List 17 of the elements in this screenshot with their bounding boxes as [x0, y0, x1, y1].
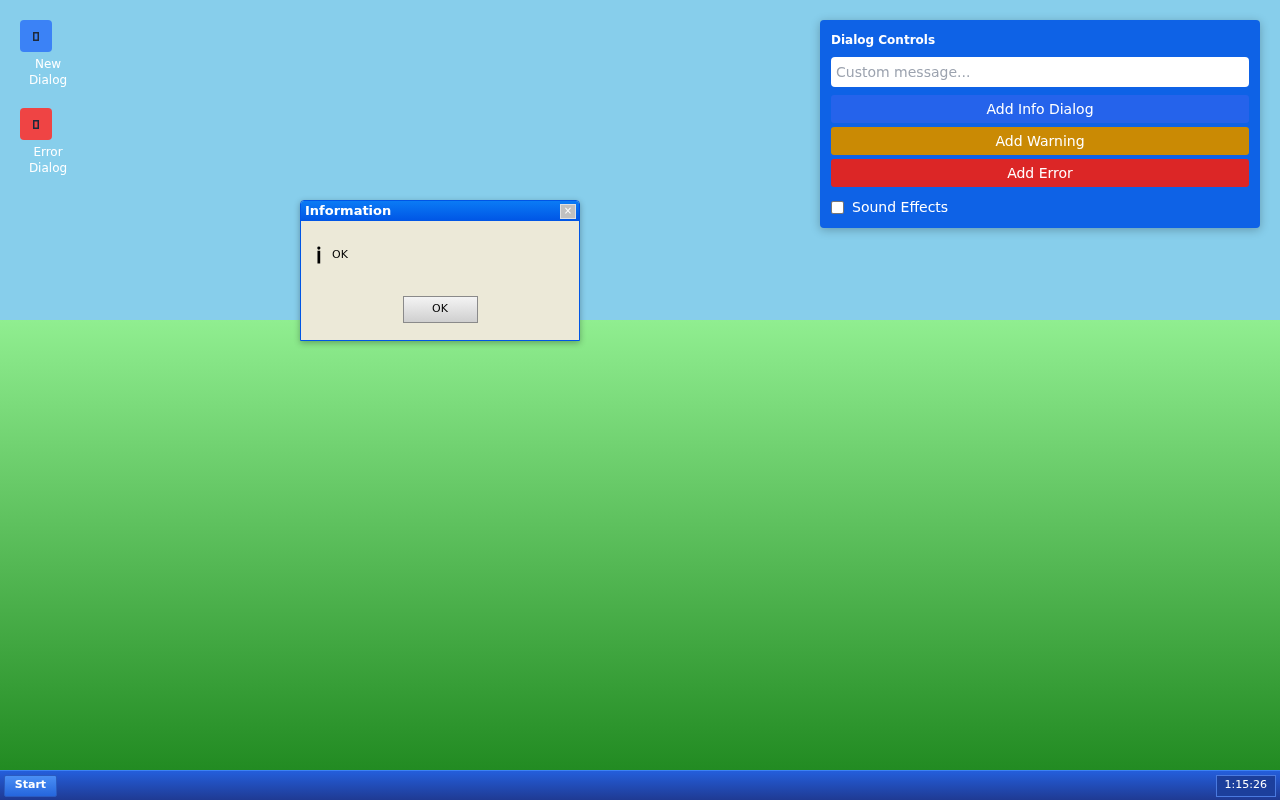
- add-dialog-button[interactable]: Add Error: [831, 159, 1249, 187]
- panel-title: Dialog Controls: [831, 32, 937, 48]
- dialog-message: OK: [332, 248, 348, 262]
- start-button[interactable]: Start: [4, 774, 57, 797]
- desktop-icon-label: Error Dialog: [27, 144, 69, 176]
- ok-button[interactable]: OK: [402, 296, 478, 323]
- clock: 1:15:26: [1215, 774, 1276, 797]
- checkbox[interactable]: [831, 200, 844, 214]
- app-tile-icon[interactable]: [20, 108, 52, 140]
- add-dialog-button[interactable]: Add Info Dialog: [831, 95, 1249, 123]
- desktop-icon-label: New Dialog: [27, 56, 69, 88]
- message-input-field[interactable]: Custom message...: [831, 57, 1249, 87]
- add-dialog-button[interactable]: Add Warning: [831, 127, 1249, 155]
- info-icon: ℹ: [316, 244, 322, 266]
- window-title: Information: [305, 203, 392, 219]
- app-tile-icon[interactable]: [20, 20, 52, 52]
- checkbox-label: Sound Effects: [852, 198, 949, 216]
